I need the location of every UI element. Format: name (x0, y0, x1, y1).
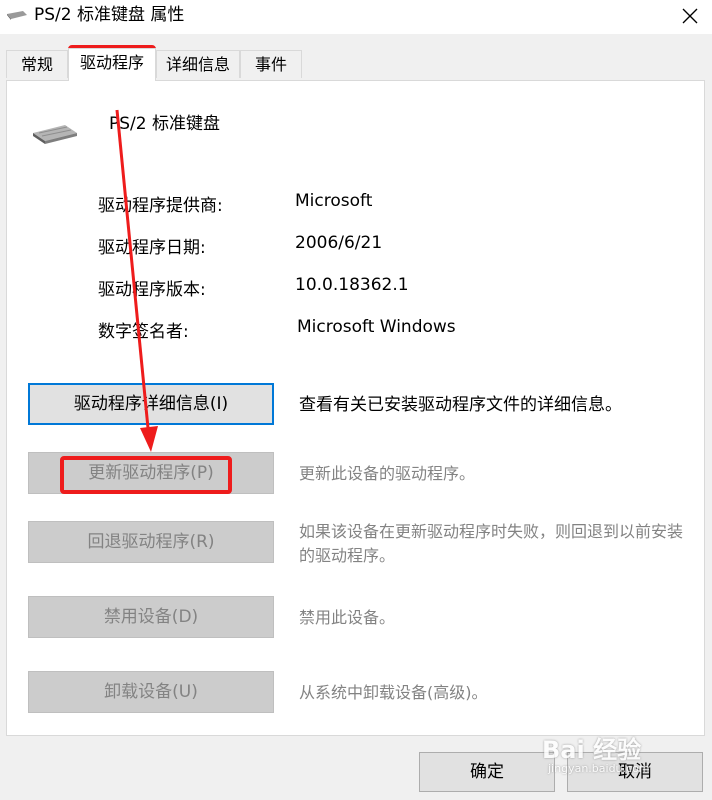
version-value: 10.0.18362.1 (295, 275, 409, 295)
signer-label: 数字签名者: (98, 322, 189, 342)
close-button[interactable] (668, 0, 712, 34)
close-icon (682, 8, 698, 24)
title-bar: PS/2 标准键盘 属性 (0, 0, 712, 34)
disable-device-description: 禁用此设备。 (299, 608, 396, 627)
tab-driver[interactable]: 驱动程序 (68, 48, 156, 81)
keyboard-icon (33, 125, 77, 144)
keyboard-icon (7, 11, 27, 20)
driver-details-button[interactable]: 驱动程序详细信息(I) (28, 383, 274, 425)
driver-panel: PS/2 标准键盘 驱动程序提供商: Microsoft 驱动程序日期: 200… (6, 80, 705, 736)
date-value: 2006/6/21 (295, 233, 383, 253)
device-name: PS/2 标准键盘 (109, 114, 220, 134)
tab-bar: 常规 驱动程序 详细信息 事件 (0, 48, 712, 81)
tab-general[interactable]: 常规 (6, 50, 68, 78)
rollback-driver-button[interactable]: 回退驱动程序(R) (28, 521, 274, 563)
uninstall-device-button[interactable]: 卸载设备(U) (28, 671, 274, 713)
update-driver-description: 更新此设备的驱动程序。 (299, 464, 476, 483)
signer-value: Microsoft Windows (297, 317, 456, 337)
tab-events[interactable]: 事件 (240, 50, 302, 78)
uninstall-device-description: 从系统中卸载设备(高级)。 (299, 683, 488, 702)
update-driver-button[interactable]: 更新驱动程序(P) (28, 452, 274, 494)
provider-label: 驱动程序提供商: (98, 196, 223, 216)
ok-button[interactable]: 确定 (419, 752, 555, 792)
rollback-driver-description: 如果该设备在更新驱动程序时失败，则回退到以前安装的驱动程序。 (299, 522, 684, 565)
driver-details-description: 查看有关已安装驱动程序文件的详细信息。 (299, 395, 622, 415)
window-title: PS/2 标准键盘 属性 (34, 5, 185, 25)
cancel-button[interactable]: 取消 (567, 752, 703, 792)
tab-details[interactable]: 详细信息 (156, 50, 240, 78)
provider-value: Microsoft (295, 191, 373, 211)
date-label: 驱动程序日期: (98, 238, 206, 258)
disable-device-button[interactable]: 禁用设备(D) (28, 596, 274, 638)
version-label: 驱动程序版本: (98, 280, 206, 300)
